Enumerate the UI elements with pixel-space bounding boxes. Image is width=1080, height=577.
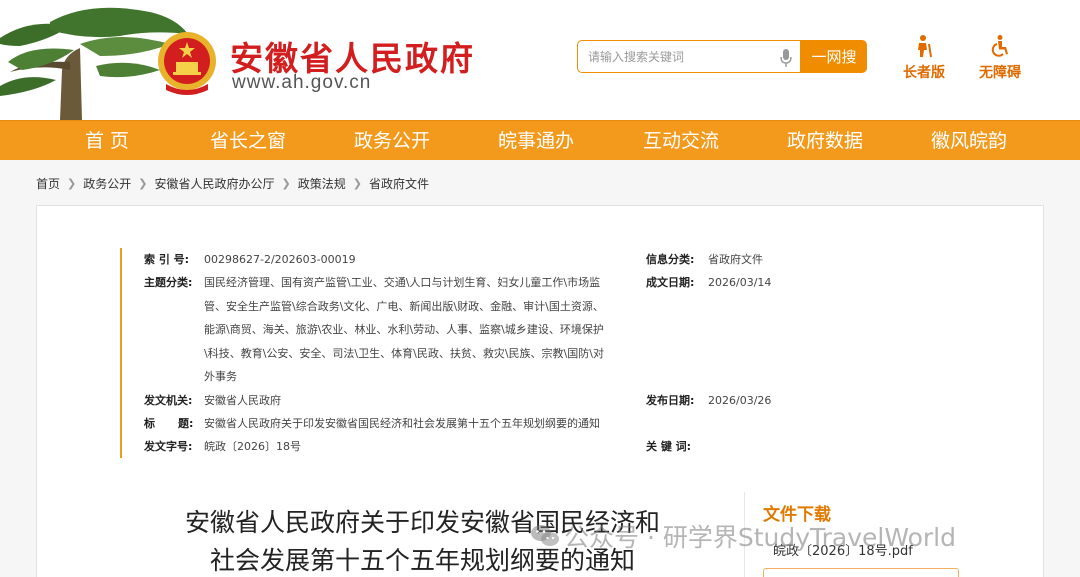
watermark-text: 公众号 · 研学界StudyTravelWorld	[564, 523, 956, 552]
nav-item-home[interactable]: 首 页	[52, 121, 162, 161]
breadcrumb: 首页 ❯ 政务公开 ❯ 安徽省人民政府办公厅 ❯ 政策法规 ❯ 省政府文件	[36, 174, 429, 192]
national-emblem-icon	[158, 32, 216, 95]
created-date-value: 2026/03/14	[708, 276, 772, 289]
elderly-mode-button[interactable]: 长者版	[896, 34, 952, 82]
accessibility-label: 无障碍	[979, 65, 1021, 81]
info-category-label: 信息分类:	[646, 253, 695, 266]
nav-item-gov-data[interactable]: 政府数据	[770, 121, 880, 161]
issuer-label: 发文机关:	[144, 394, 193, 407]
download-box	[763, 568, 959, 577]
breadcrumb-office[interactable]: 安徽省人民政府办公厅	[154, 175, 274, 192]
title-label: 标 题:	[144, 417, 194, 430]
nav-item-interaction[interactable]: 互动交流	[626, 121, 736, 161]
created-date-label: 成文日期:	[646, 276, 695, 289]
nav-item-services[interactable]: 皖事通办	[481, 121, 591, 161]
accessibility-button[interactable]: 无障碍	[972, 34, 1028, 82]
topic-line: 外事务	[204, 370, 237, 383]
doc-number-value: 皖政〔2026〕18号	[204, 440, 301, 453]
topic-line: 能源\商贸、海关、旅游\农业、林业、水利\劳动、人事、监察\城乡建设、环境保护	[204, 323, 604, 336]
topic-value: 国民经济管理、国有资产监管\工业、交通\人口与计划生育、妇女儿童工作\市场监 管…	[204, 271, 626, 389]
breadcrumb-provincial-docs[interactable]: 省政府文件	[369, 175, 429, 192]
issuer-value: 安徽省人民政府	[204, 394, 281, 407]
nav-item-culture[interactable]: 徽风皖韵	[914, 121, 1024, 161]
elderly-icon	[918, 35, 932, 58]
title-value: 安徽省人民政府关于印发安徽省国民经济和社会发展第十五个五年规划纲要的通知	[204, 417, 600, 430]
published-date-label: 发布日期:	[646, 394, 695, 407]
topic-label: 主题分类:	[144, 276, 193, 289]
topic-line: 国民经济管理、国有资产监管\工业、交通\人口与计划生育、妇女儿童工作\市场监	[204, 276, 601, 289]
doc-number-label: 发文字号:	[144, 440, 193, 453]
topic-line: \科技、教育\公安、安全、司法\卫生、体育\民政、扶贫、救灾\民族、宗教\国防\…	[204, 346, 604, 360]
breadcrumb-separator-icon: ❯	[281, 176, 291, 190]
search-box	[577, 40, 801, 73]
search-button[interactable]: 一网搜	[801, 40, 867, 73]
nav-item-gov-affairs[interactable]: 政务公开	[337, 121, 447, 161]
elderly-mode-label: 长者版	[903, 65, 945, 81]
breadcrumb-policy[interactable]: 政策法规	[298, 175, 346, 192]
main-nav: 首 页 省长之窗 政务公开 皖事通办 互动交流 政府数据 徽风皖韵	[0, 120, 1080, 160]
breadcrumb-home[interactable]: 首页	[36, 175, 60, 192]
topic-line: 管、安全生产监管\综合政务\文化、广电、新闻出版\财政、金融、审计\国土资源、	[204, 299, 604, 313]
index-label: 索 引 号:	[144, 253, 190, 266]
microphone-icon[interactable]	[780, 49, 792, 67]
site-header: 安徽省人民政府 www.ah.gov.cn 一网搜 长者版 无障碍	[0, 0, 1080, 120]
breadcrumb-separator-icon: ❯	[67, 176, 77, 190]
breadcrumb-separator-icon: ❯	[352, 176, 362, 190]
site-url: www.ah.gov.cn	[232, 72, 372, 93]
search-input[interactable]	[588, 47, 768, 67]
accessibility-icon	[991, 35, 1008, 57]
breadcrumb-gov-affairs[interactable]: 政务公开	[83, 175, 131, 192]
published-date-value: 2026/03/26	[708, 394, 772, 407]
index-value: 00298627-2/202603-00019	[204, 253, 356, 266]
breadcrumb-separator-icon: ❯	[138, 176, 148, 190]
wechat-watermark: 公众号 · 研学界StudyTravelWorld	[530, 518, 956, 554]
info-category-value: 省政府文件	[708, 253, 763, 266]
wechat-icon	[531, 525, 559, 546]
nav-item-governor[interactable]: 省长之窗	[193, 121, 303, 161]
document-metadata: 索 引 号: 00298627-2/202603-00019 信息分类: 省政府…	[120, 248, 771, 458]
keywords-label: 关 键 词:	[646, 440, 692, 453]
search-bar: 一网搜	[577, 40, 867, 73]
